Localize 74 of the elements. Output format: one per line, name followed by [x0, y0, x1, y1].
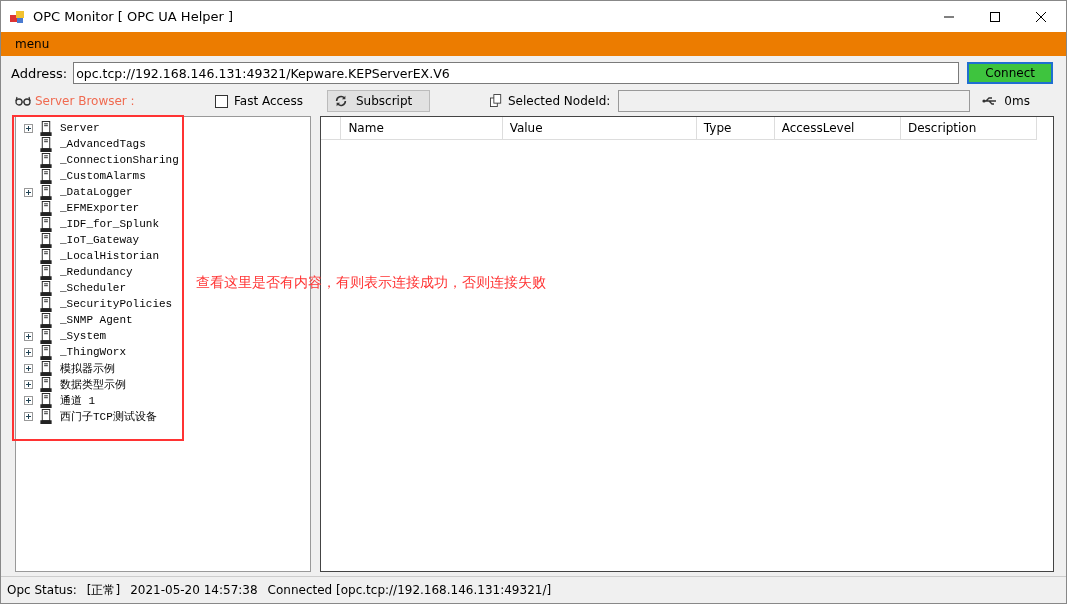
column-header[interactable]: AccessLevel [774, 117, 901, 139]
tree-item[interactable]: Server [60, 122, 100, 134]
tree-item[interactable]: 模拟器示例 [60, 360, 115, 376]
server-icon [40, 344, 52, 360]
server-icon [40, 296, 52, 312]
glasses-icon [15, 96, 31, 106]
tree-item[interactable]: _Redundancy [60, 266, 133, 278]
tree-item[interactable]: _ThingWorx [60, 346, 126, 358]
tree-item[interactable]: 数据类型示例 [60, 376, 126, 392]
tree-item[interactable]: _System [60, 330, 107, 342]
expand-icon[interactable] [24, 411, 33, 421]
server-icon [40, 120, 52, 136]
latency-text: 0ms [1004, 94, 1030, 108]
server-icon [40, 184, 52, 200]
server-icon [40, 328, 52, 344]
server-icon [40, 376, 52, 392]
tree-item[interactable]: _EFMExporter [60, 202, 140, 214]
column-header[interactable]: Value [502, 117, 697, 139]
address-field[interactable]: opc.tcp://192.168.146.131:49321/Kepware.KEPServerEX.V6 [73, 62, 960, 84]
server-icon [40, 248, 52, 264]
fast-access-label: Fast Access [234, 94, 303, 108]
expand-icon[interactable] [24, 363, 33, 373]
status-label: Opc Status: [7, 583, 77, 597]
server-icon [40, 392, 52, 408]
expand-icon[interactable] [24, 123, 33, 133]
server-icon [40, 408, 52, 424]
address-label: Address: [11, 65, 68, 81]
server-icon [40, 312, 52, 328]
server-icon [40, 280, 52, 296]
status-message: Connected [opc.tcp://192.168.146.131:49321/] [267, 583, 552, 597]
tree-item[interactable]: _Scheduler [60, 282, 126, 294]
server-icon [40, 216, 52, 232]
fast-access-checkbox[interactable] [215, 94, 228, 108]
tree-item[interactable]: _IoT_Gateway [60, 234, 140, 246]
server-icon [40, 360, 52, 376]
server-icon [40, 168, 52, 184]
refresh-icon [334, 94, 348, 108]
window-title: OPC Monitor [ OPC UA Helper ] [33, 9, 234, 24]
subscript-button[interactable]: Subscript [327, 90, 430, 112]
tree-item[interactable]: _IDF_for_Splunk [60, 218, 160, 230]
server-icon [40, 152, 52, 168]
server-icon [40, 264, 52, 280]
server-icon [40, 232, 52, 248]
selected-nodeid-label: Selected NodeId: [508, 94, 611, 108]
server-icon [40, 136, 52, 152]
tree-item[interactable]: _SecurityPolicies [60, 298, 173, 310]
selected-nodeid-field[interactable] [618, 90, 971, 112]
expand-icon[interactable] [24, 395, 33, 405]
server-icon [40, 200, 52, 216]
tree-item[interactable]: _AdvancedTags [60, 138, 146, 150]
tree-item[interactable]: _DataLogger [60, 186, 133, 198]
expand-icon[interactable] [24, 187, 33, 197]
expand-icon[interactable] [24, 379, 33, 389]
app-icon [9, 8, 25, 25]
server-browser-label: Server Browser : [35, 94, 135, 108]
tree-item[interactable]: _SNMP Agent [60, 314, 133, 326]
tree-item[interactable]: _ConnectionSharing [60, 154, 179, 166]
tree-item[interactable]: 通道 1 [60, 392, 96, 408]
status-time: 2021-05-20 14:57:38 [130, 583, 258, 597]
copy-icon[interactable] [490, 94, 502, 108]
column-header[interactable]: Name [341, 117, 503, 139]
expand-icon[interactable] [24, 331, 33, 341]
usb-icon [982, 96, 999, 106]
tree-item[interactable]: 西门子TCP测试设备 [60, 408, 157, 424]
column-header[interactable]: Type [696, 117, 775, 139]
close-icon[interactable] [1036, 11, 1046, 22]
expand-icon[interactable] [24, 347, 33, 357]
tree-item[interactable]: _LocalHistorian [60, 250, 160, 262]
maximize-icon[interactable] [990, 11, 1000, 22]
status-state: [正常] [86, 581, 121, 599]
menu-item[interactable]: menu [15, 37, 50, 51]
column-header[interactable]: Description [900, 117, 1037, 139]
connect-button[interactable]: Connect [967, 62, 1054, 84]
tree-item[interactable]: _CustomAlarms [60, 170, 146, 182]
